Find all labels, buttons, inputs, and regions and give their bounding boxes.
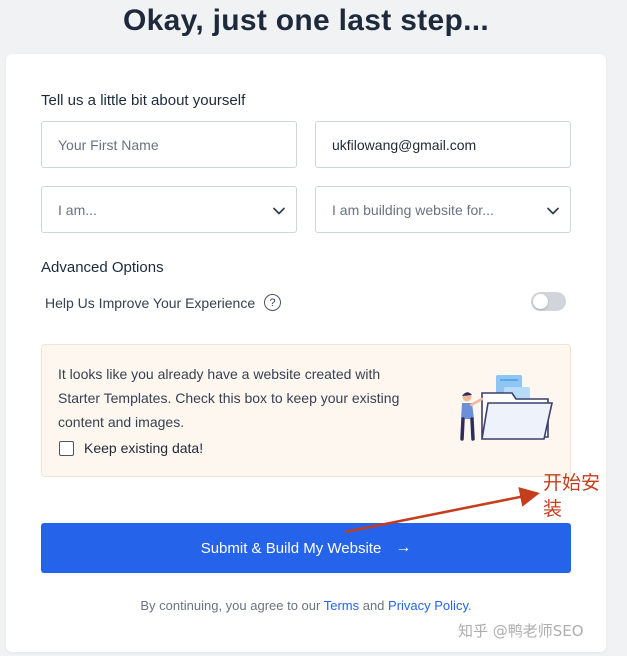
legal-text: By continuing, you agree to our Terms an… xyxy=(6,598,606,613)
toggle-knob xyxy=(533,294,548,309)
submit-build-button[interactable]: Submit & Build My Website → xyxy=(41,523,571,573)
email-field[interactable] xyxy=(315,121,571,168)
watermark: 知乎 @鸭老师SEO xyxy=(458,622,584,640)
terms-link[interactable]: Terms xyxy=(324,598,359,613)
keep-data-row[interactable]: Keep existing data! xyxy=(59,440,203,456)
about-section-title: Tell us a little bit about yourself xyxy=(41,92,246,109)
folder-illustration-icon xyxy=(460,375,553,441)
legal-suffix: . xyxy=(467,598,472,613)
chevron-down-icon xyxy=(547,207,559,215)
annotation-label: 开始安装 xyxy=(543,472,601,520)
arrow-right-icon: → xyxy=(395,539,412,556)
keep-data-label[interactable]: Keep existing data! xyxy=(84,440,203,456)
keep-data-checkbox[interactable] xyxy=(59,440,74,456)
question-icon[interactable]: ? xyxy=(264,294,282,311)
legal-prefix: By continuing, you agree to our xyxy=(140,598,324,613)
purpose-select-value: I am building website for... xyxy=(332,202,494,218)
legal-and: and xyxy=(359,598,389,613)
email-input[interactable] xyxy=(316,122,570,167)
advanced-options-title: Advanced Options xyxy=(41,259,164,276)
privacy-policy-link[interactable]: Privacy Policy xyxy=(388,598,468,613)
help-improve-row: Help Us Improve Your Experience ? xyxy=(45,294,282,311)
notice-text: It looks like you already have a website… xyxy=(58,366,400,430)
purpose-select[interactable]: I am building website for... xyxy=(315,186,571,233)
onboarding-card: Tell us a little bit about yourself I am… xyxy=(6,54,606,652)
chevron-down-icon xyxy=(273,207,285,215)
role-select-value: I am... xyxy=(58,202,97,218)
help-improve-toggle[interactable] xyxy=(531,292,566,311)
page: Okay, just one last step... Tell us a li… xyxy=(0,0,627,656)
page-heading: Okay, just one last step... xyxy=(123,4,489,37)
help-improve-label: Help Us Improve Your Experience xyxy=(45,294,256,311)
submit-button-label: Submit & Build My Website xyxy=(200,539,382,557)
first-name-field[interactable] xyxy=(41,121,297,168)
existing-site-notice: It looks like you already have a website… xyxy=(41,344,571,477)
role-select[interactable]: I am... xyxy=(41,186,297,233)
first-name-input[interactable] xyxy=(42,122,296,167)
